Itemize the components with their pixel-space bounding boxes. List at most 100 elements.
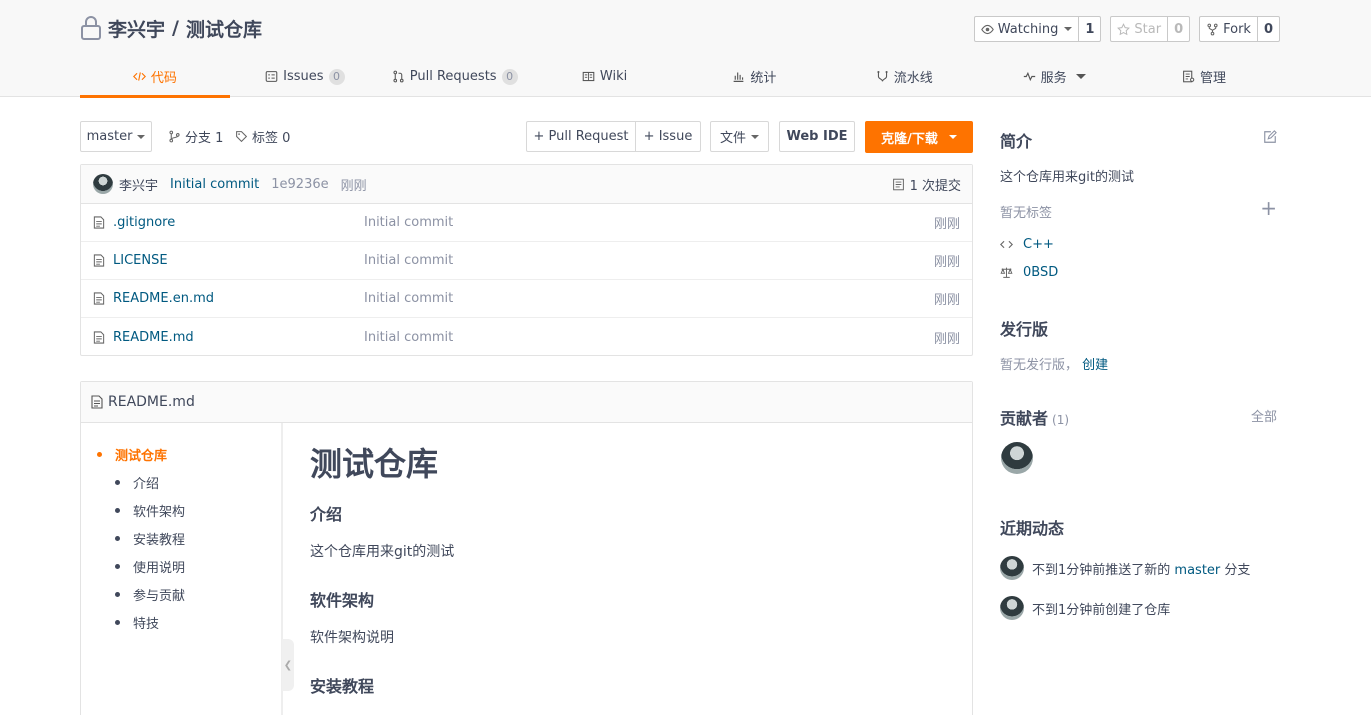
file-commit-message[interactable]: Initial commit — [364, 330, 453, 345]
web-ide-button[interactable]: Web IDE — [779, 121, 855, 152]
bullet — [97, 452, 102, 457]
toc-item[interactable]: 参与贡献 — [115, 585, 185, 604]
issues-badge: 0 — [328, 68, 345, 85]
commit-author[interactable]: 李兴宇 — [119, 175, 158, 194]
license-link[interactable]: 0BSD — [1000, 265, 1058, 280]
file-commit-message[interactable]: Initial commit — [364, 253, 453, 268]
file-icon — [93, 292, 105, 305]
readme-panel: README.md 测试仓库 介绍 软件架构 安装教程 使用说明 参与贡献 特技… — [80, 381, 973, 715]
settings-doc-icon — [1183, 70, 1195, 83]
lock-icon — [81, 16, 101, 40]
toc-item-label: 使用说明 — [133, 561, 186, 576]
commit-count-link[interactable]: 1 次提交 — [892, 175, 961, 194]
file-commit-time: 刚刚 — [933, 331, 960, 347]
tab-code[interactable]: 代码 — [80, 56, 230, 98]
bullet — [115, 536, 120, 541]
file-commit-message[interactable]: Initial commit — [364, 291, 453, 306]
table-row: README.en.md Initial commit 刚刚 — [81, 280, 972, 318]
activity-text: 不到1分钟前推送了新的 master 分支 — [1032, 559, 1250, 578]
star-button[interactable]: Star 0 — [1110, 16, 1191, 42]
tab-wiki[interactable]: Wiki — [530, 56, 680, 97]
tab-code-label: 代码 — [150, 71, 177, 86]
file-icon — [93, 216, 105, 229]
fork-count[interactable]: 0 — [1256, 17, 1279, 41]
new-issue-button[interactable]: + Issue — [635, 121, 701, 152]
file-name-link[interactable]: README.md — [113, 330, 194, 345]
eye-icon — [980, 24, 994, 34]
star-text: Star — [1134, 21, 1162, 37]
no-releases-text: 暂无发行版， — [1000, 358, 1079, 373]
readme-section-arch: 软件架构 — [310, 591, 375, 610]
commit-sha[interactable]: 1e9236e — [271, 177, 328, 192]
watch-button[interactable]: Watching 1 — [973, 16, 1102, 42]
repo-name-link[interactable]: 测试仓库 — [186, 15, 262, 42]
bullet — [115, 480, 120, 485]
activity-branch-suffix: 分支 — [1224, 562, 1251, 578]
chevron-down-icon — [137, 134, 146, 139]
star-label[interactable]: Star — [1111, 17, 1167, 41]
add-tag-icon[interactable]: + — [1260, 198, 1277, 218]
file-name-link[interactable]: README.en.md — [113, 291, 214, 306]
readme-toc: 测试仓库 介绍 软件架构 安装教程 使用说明 参与贡献 特技 — [81, 423, 283, 715]
avatar[interactable] — [93, 174, 113, 194]
avatar[interactable] — [1001, 442, 1033, 474]
tab-stats[interactable]: 统计 — [680, 56, 830, 97]
clone-download-button[interactable]: 克隆/下载 — [865, 121, 973, 153]
file-name-link[interactable]: LICENSE — [113, 253, 168, 268]
activity-title: 近期动态 — [1000, 519, 1065, 538]
file-name-link[interactable]: .gitignore — [113, 215, 175, 230]
branch-select-label: master — [86, 129, 133, 144]
latest-commit: 李兴宇 Initial commit 1e9236e 刚刚 1 次提交 — [81, 165, 972, 204]
watch-text: Watching — [997, 21, 1059, 37]
table-row: LICENSE Initial commit 刚刚 — [81, 242, 972, 280]
table-row: .gitignore Initial commit 刚刚 — [81, 204, 972, 242]
repo-title: 李兴宇 / 测试仓库 — [80, 14, 262, 42]
tab-pull-requests[interactable]: Pull Requests 0 — [380, 56, 530, 97]
tab-stats-label: 统计 — [750, 71, 777, 86]
bar-chart-icon — [734, 72, 744, 82]
edit-icon[interactable] — [1263, 130, 1277, 144]
repo-owner-link[interactable]: 李兴宇 — [108, 15, 165, 42]
toc-item[interactable]: 安装教程 — [115, 529, 185, 548]
activity-branch-link[interactable]: master — [1174, 563, 1220, 578]
activity-item: 不到1分钟前推送了新的 master 分支 — [1000, 556, 1250, 580]
commit-message[interactable]: Initial commit — [170, 177, 259, 192]
toc-item[interactable]: 软件架构 — [115, 501, 185, 520]
language-link[interactable]: C++ — [1000, 237, 1054, 252]
tab-services[interactable]: 服务 — [979, 56, 1129, 97]
toc-item[interactable]: 介绍 — [115, 473, 159, 492]
watch-label[interactable]: Watching — [975, 17, 1079, 41]
file-commit-message[interactable]: Initial commit — [364, 215, 453, 230]
readme-filename: README.md — [108, 394, 195, 410]
tags-link[interactable]: 标签 0 — [235, 121, 290, 152]
watch-count[interactable]: 1 — [1078, 17, 1100, 41]
toc-item[interactable]: 使用说明 — [115, 557, 185, 576]
all-contributors-link[interactable]: 全部 — [1251, 406, 1277, 425]
repo-tabs: 代码 Issues 0 Pull Requests 0 Wiki 统计 流水线 … — [80, 56, 1279, 98]
toc-item[interactable]: 特技 — [115, 613, 159, 632]
tab-manage-label: 管理 — [1200, 71, 1227, 86]
tab-pipeline[interactable]: 流水线 — [829, 56, 979, 97]
branch-select[interactable]: master — [80, 121, 152, 152]
toc-item-label: 软件架构 — [133, 505, 186, 520]
toc-collapse-handle[interactable]: ❮ — [282, 639, 294, 691]
avatar[interactable] — [1000, 596, 1024, 620]
create-release-link[interactable]: 创建 — [1082, 358, 1108, 373]
avatar[interactable] — [1000, 556, 1024, 580]
toc-item-title[interactable]: 测试仓库 — [97, 445, 167, 464]
readme-arch-text: 软件架构说明 — [310, 630, 394, 646]
chevron-down-icon — [948, 135, 957, 139]
fork-button[interactable]: Fork 0 — [1199, 16, 1280, 42]
book-icon — [582, 71, 595, 82]
tab-issues[interactable]: Issues 0 — [230, 56, 380, 97]
file-menu-button[interactable]: 文件 — [710, 121, 769, 152]
tab-manage[interactable]: 管理 — [1129, 56, 1279, 97]
new-pull-request-button[interactable]: + Pull Request — [526, 121, 636, 152]
fork-label[interactable]: Fork — [1200, 17, 1257, 41]
star-count[interactable]: 0 — [1167, 17, 1189, 41]
branches-link[interactable]: 分支 1 — [168, 121, 223, 152]
scale-icon — [1000, 267, 1013, 278]
tab-services-label: 服务 — [1040, 71, 1067, 86]
code-icon — [132, 72, 146, 81]
pull-request-icon — [393, 70, 404, 83]
